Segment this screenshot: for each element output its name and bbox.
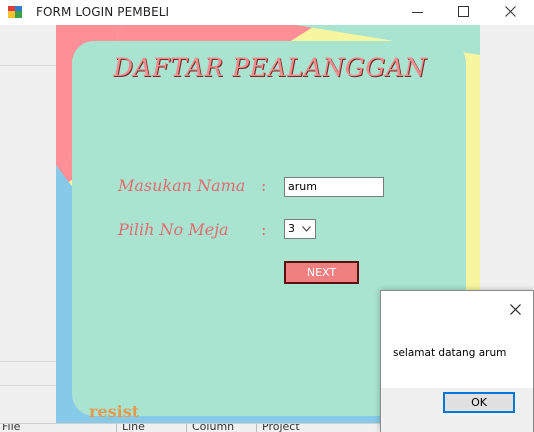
message-text: selamat datang arum xyxy=(393,347,507,359)
window-title: FORM LOGIN PEMBELI xyxy=(36,5,170,19)
minimize-button[interactable] xyxy=(395,0,441,25)
status-item-line: Line xyxy=(122,423,145,432)
close-icon xyxy=(510,304,521,315)
nama-input[interactable]: arum xyxy=(284,177,384,197)
app-icon xyxy=(8,6,22,18)
ok-button[interactable]: OK xyxy=(443,392,515,413)
message-box-footer: OK xyxy=(381,388,533,432)
status-item-column: Column xyxy=(192,423,235,432)
next-button[interactable]: NEXT xyxy=(284,261,359,284)
status-item-file: File xyxy=(2,423,21,432)
background-editor-area xyxy=(0,25,56,432)
maximize-icon xyxy=(458,6,469,17)
chevron-down-icon xyxy=(302,226,311,232)
maximize-button[interactable] xyxy=(441,0,487,25)
resist-label: resist xyxy=(89,402,140,421)
message-box: selamat datang arum OK xyxy=(380,290,534,432)
meja-colon: : xyxy=(261,220,267,239)
page-title: DAFTAR PEALANGGAN xyxy=(113,53,427,82)
minimize-icon xyxy=(412,12,423,13)
meja-label: Pilih No Meja xyxy=(118,220,229,239)
meja-select[interactable]: 3 xyxy=(284,219,316,239)
window-titlebar: FORM LOGIN PEMBELI xyxy=(0,0,534,25)
status-item-project: Project xyxy=(262,423,300,432)
close-button[interactable] xyxy=(488,0,534,25)
nama-colon: : xyxy=(261,176,267,195)
message-box-close-button[interactable] xyxy=(505,299,525,319)
close-icon xyxy=(505,6,516,17)
nama-label: Masukan Nama xyxy=(118,176,246,195)
meja-select-value: 3 xyxy=(288,222,295,235)
